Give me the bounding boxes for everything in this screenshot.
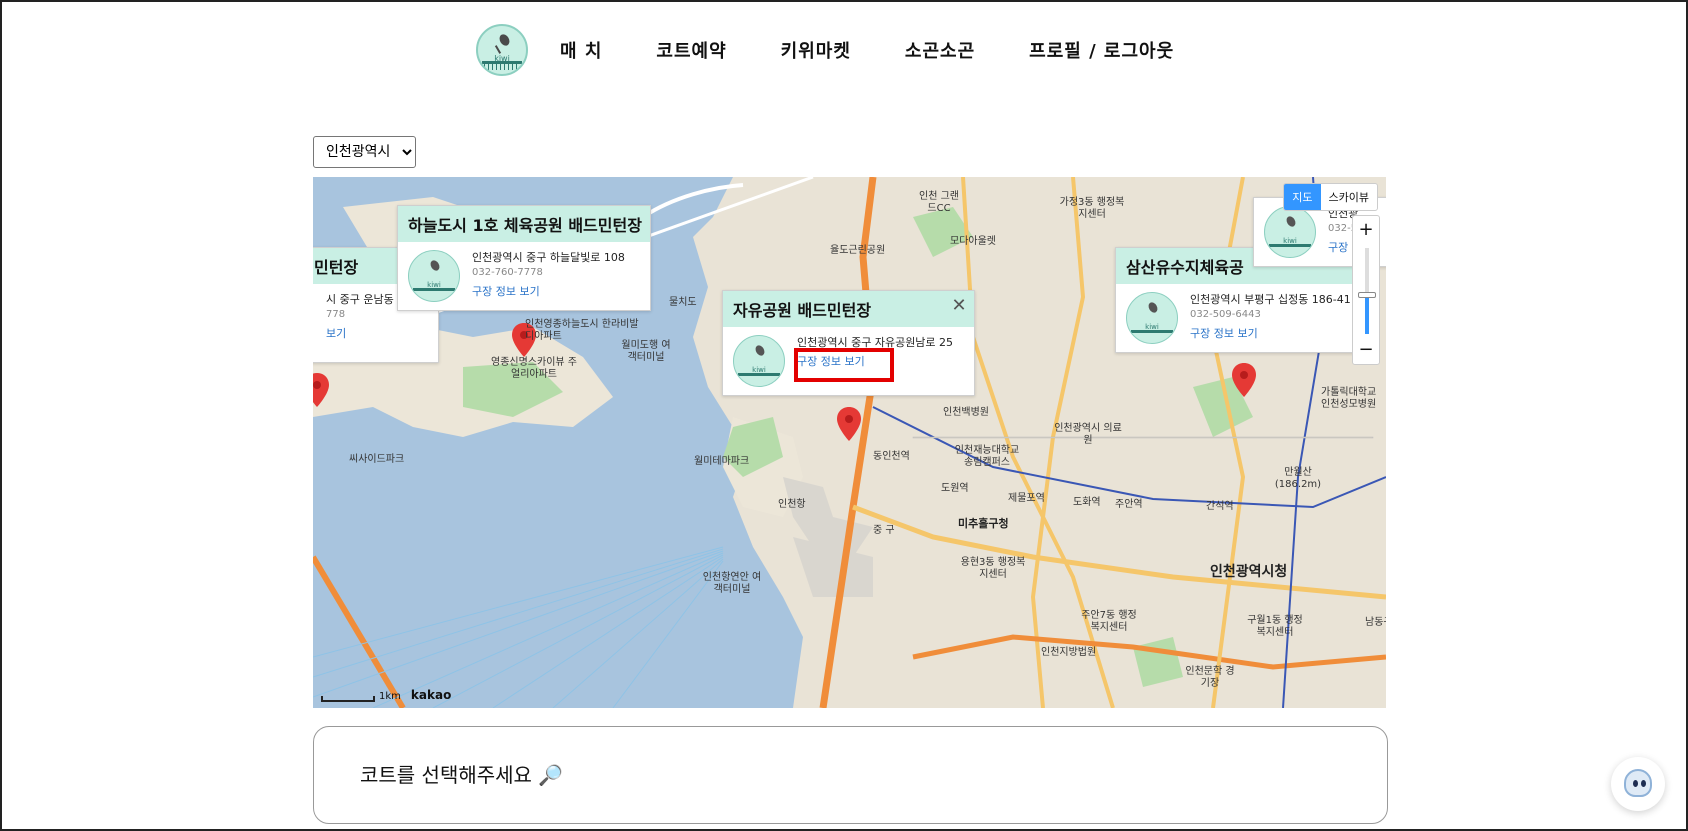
map-label: 주안7동 행정복지센터 bbox=[1081, 610, 1137, 633]
map-type-map-button[interactable]: 지도 bbox=[1284, 184, 1321, 210]
map-label: 만월산 (186.2m) bbox=[1274, 467, 1322, 490]
map-label: 중 구 bbox=[873, 525, 895, 536]
highlight-box bbox=[794, 348, 894, 382]
map-label: 월미테마파크 bbox=[694, 456, 750, 467]
map-type-skyview-button[interactable]: 스카이뷰 bbox=[1321, 184, 1377, 210]
map-label: 인천재능대학교 송림캠퍼스 bbox=[954, 445, 1020, 468]
map-label: 가정3동 행정복지센터 bbox=[1059, 197, 1125, 220]
region-select[interactable]: 인천광역시 bbox=[313, 136, 416, 168]
map-label: 동인천역 bbox=[873, 451, 910, 462]
select-court-message: 코트를 선택해주세요 🔎 bbox=[360, 763, 564, 787]
chatbot-button[interactable] bbox=[1611, 757, 1665, 811]
kiwi-logo[interactable]: kiwi bbox=[476, 24, 528, 76]
zoom-slider-handle[interactable] bbox=[1358, 292, 1376, 299]
map-label: 월미도행 여객터미널 bbox=[621, 340, 671, 363]
map-label: 간석역 bbox=[1206, 501, 1234, 512]
map-label: 물치도 bbox=[669, 297, 697, 308]
court-selection-panel: 코트를 선택해주세요 🔎 bbox=[313, 726, 1388, 824]
map-label: 인천문학 경기장 bbox=[1185, 666, 1235, 689]
map-type-toggle: 지도 스카이뷰 bbox=[1283, 183, 1378, 211]
map-view[interactable]: 인천영종하늘도시 한라비발디아파트 영종신명스카이뷰 주얼리아파트 씨사이드파크… bbox=[313, 177, 1386, 708]
nav-court-reservation[interactable]: 코트예약 bbox=[656, 37, 726, 63]
map-label: 율도근린공원 bbox=[830, 245, 886, 256]
map-label: 영종신명스카이뷰 주얼리아파트 bbox=[491, 357, 577, 380]
map-label: 남동구 bbox=[1365, 617, 1386, 628]
map-label: 도화역 bbox=[1073, 497, 1101, 508]
map-label: 인천항 bbox=[778, 499, 806, 510]
map-label: 인천지방법원 bbox=[1041, 647, 1097, 658]
nav-match[interactable]: 매 치 bbox=[560, 37, 602, 63]
close-icon[interactable]: ✕ bbox=[950, 297, 968, 315]
nav-kiwi-market[interactable]: 키위마켓 bbox=[781, 37, 851, 63]
scale-label: 1km bbox=[379, 691, 401, 702]
map-label: 인천 그랜드CC bbox=[919, 191, 959, 214]
map-label: 도원역 bbox=[941, 483, 969, 494]
court-infowindow: 하늘도시 1호 체육공원 배드민턴장 kiwi 인천광역시 중구 하늘달빛로 1… bbox=[397, 205, 651, 311]
nav-profile-logout[interactable]: 프로필 / 로그아웃 bbox=[1029, 37, 1174, 63]
top-nav: kiwi 매 치 코트예약 키위마켓 소곤소곤 프로필 / 로그아웃 bbox=[476, 22, 1174, 78]
map-label: 인천광역시 의료원 bbox=[1054, 423, 1122, 446]
court-info-link[interactable]: 구장 정보 보기 bbox=[1190, 326, 1258, 341]
kiwi-court-thumbnail: kiwi bbox=[733, 335, 785, 387]
map-label: 용현3동 행정복지센터 bbox=[960, 557, 1026, 580]
court-address: 인천광역시 중구 하늘달빛로 108 bbox=[472, 251, 625, 264]
court-info-link[interactable]: 구장 bbox=[1328, 240, 1348, 255]
court-title: 하늘도시 1호 체육공원 배드민턴장 bbox=[398, 206, 650, 242]
court-title: 자유공원 배드민턴장 ✕ bbox=[723, 291, 974, 327]
zoom-out-button[interactable]: − bbox=[1353, 336, 1379, 364]
zoom-control: + − bbox=[1352, 215, 1380, 365]
map-label: 미추홀구청 bbox=[958, 517, 1009, 530]
map-label: 인천항연안 여객터미널 bbox=[702, 572, 762, 595]
map-label: 인천광역시청 bbox=[1210, 564, 1288, 580]
court-phone: 032-509-6443 bbox=[1190, 309, 1261, 320]
map-label: 제물포역 bbox=[1008, 493, 1045, 504]
court-pin[interactable] bbox=[1232, 363, 1256, 397]
map-scale: 1km kakao bbox=[321, 688, 451, 702]
map-label: 인천백병원 bbox=[943, 407, 989, 418]
kiwi-court-thumbnail: kiwi bbox=[408, 250, 460, 302]
court-pin[interactable] bbox=[313, 373, 329, 407]
map-label: 모다아울렛 bbox=[950, 236, 996, 247]
map-label: 씨사이드파크 bbox=[349, 454, 405, 465]
court-info-link[interactable]: 구장 정보 보기 bbox=[472, 284, 540, 299]
kakao-logo: kakao bbox=[410, 688, 452, 702]
kiwi-court-thumbnail: kiwi bbox=[1264, 206, 1316, 258]
kiwi-court-thumbnail: kiwi bbox=[1126, 292, 1178, 344]
court-address: 인천광역시 부평구 십정동 186-41 bbox=[1190, 293, 1351, 306]
chatbot-ghost-icon bbox=[1624, 769, 1652, 797]
map-label: 구월1동 행정복지센터 bbox=[1247, 615, 1303, 638]
zoom-in-button[interactable]: + bbox=[1353, 216, 1379, 244]
map-label: 가톨릭대학교 인천성모병원 bbox=[1321, 387, 1377, 410]
zoom-slider[interactable] bbox=[1365, 248, 1369, 334]
court-info-link[interactable]: 보기 bbox=[326, 326, 346, 341]
court-phone: 032-760-7778 bbox=[472, 267, 543, 278]
map-label: 주안역 bbox=[1115, 499, 1143, 510]
nav-community[interactable]: 소곤소곤 bbox=[905, 37, 975, 63]
court-pin[interactable] bbox=[837, 407, 861, 441]
